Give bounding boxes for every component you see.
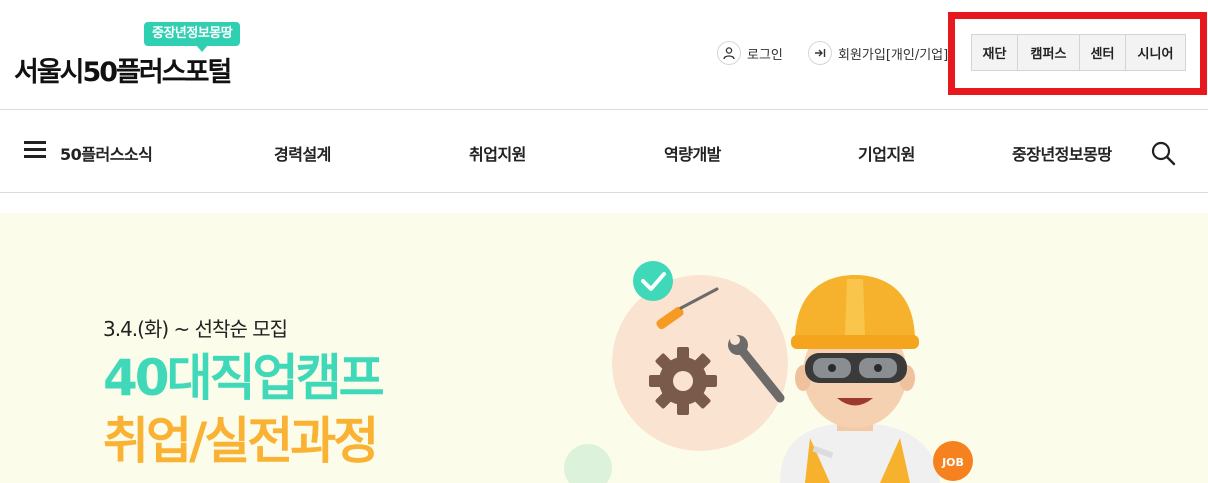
- nav-item-info-hub[interactable]: 중장년정보몽땅: [1012, 141, 1112, 165]
- sitelink-senior[interactable]: 시니어: [1126, 35, 1185, 70]
- main-banner[interactable]: 3.4.(화) ~ 선착순 모집 40대직업캠프 취업/실전과정 JOB: [0, 213, 1208, 483]
- highlight-box: 재단 캠퍼스 센터 시니어: [948, 12, 1207, 95]
- signup-arrow-icon: [808, 41, 832, 65]
- banner-title-line1: 40대직업캠프: [103, 349, 385, 407]
- nav-item-business-support[interactable]: 기업지원: [858, 141, 915, 165]
- join-label: 회원가입[개인/기업]: [838, 47, 949, 63]
- main-nav: 50플러스소식 경력설계 취업지원 역량개발 기업지원 중장년정보몽땅: [0, 111, 1208, 193]
- worker-illustration: JOB: [564, 261, 973, 483]
- job-badge-text: JOB: [941, 456, 964, 469]
- sitelink-center[interactable]: 센터: [1080, 35, 1126, 70]
- user-icon: [717, 41, 741, 65]
- nav-item-career-design[interactable]: 경력설계: [274, 141, 331, 165]
- banner-subtitle: 3.4.(화) ~ 선착순 모집: [103, 317, 288, 341]
- site-header: 중장년정보몽땅 서울시50플러스포털 로그인 회원가입[개인/기업] 재단 캠퍼…: [0, 0, 1208, 110]
- family-site-links: 재단 캠퍼스 센터 시니어: [971, 34, 1186, 71]
- nav-item-news[interactable]: 50플러스소식: [60, 141, 153, 165]
- site-logo[interactable]: 중장년정보몽땅 서울시50플러스포털: [14, 20, 274, 90]
- search-icon[interactable]: [1149, 139, 1177, 167]
- logo-title: 서울시50플러스포털: [14, 57, 232, 88]
- banner-title-line2: 취업/실전과정: [103, 412, 379, 470]
- sitelink-foundation[interactable]: 재단: [972, 35, 1018, 70]
- login-label: 로그인: [747, 47, 783, 63]
- nav-item-skill-development[interactable]: 역량개발: [664, 141, 721, 165]
- nav-item-job-support[interactable]: 취업지원: [469, 141, 526, 165]
- login-link[interactable]: 로그인: [717, 40, 783, 66]
- join-link[interactable]: 회원가입[개인/기업]: [808, 40, 950, 66]
- menu-icon[interactable]: [24, 141, 46, 159]
- logo-badge: 중장년정보몽땅: [144, 22, 241, 52]
- sitelink-campus[interactable]: 캠퍼스: [1018, 35, 1080, 70]
